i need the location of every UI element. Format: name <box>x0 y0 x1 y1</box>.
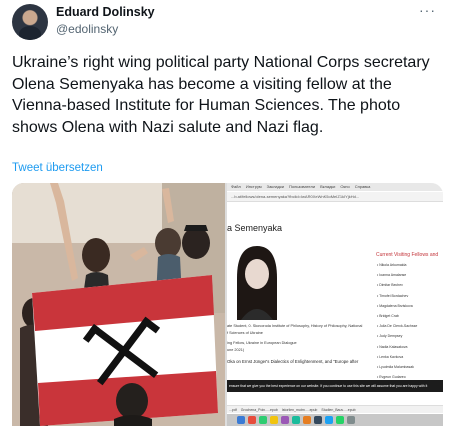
author-handle[interactable]: @edolinsky <box>56 22 118 36</box>
app-icon[interactable] <box>325 416 333 424</box>
menu-item[interactable]: Инструм <box>246 183 262 191</box>
tweet-media[interactable]: Файл Инструм Закладки Пользователи Вклад… <box>12 183 443 426</box>
download-item[interactable]: ...pdf <box>229 406 237 413</box>
app-icon[interactable] <box>303 416 311 424</box>
bio-line: ate Student, 0. Skovoroda Institute of P… <box>227 324 363 328</box>
download-item[interactable]: Istoriien_mutm.....epub <box>282 406 318 413</box>
menu-item[interactable]: Закладки <box>267 183 284 191</box>
profile-topic: Oka on Ernst Jünger's Dialectics of Enli… <box>227 359 359 364</box>
profile-portrait <box>227 238 287 320</box>
app-icon[interactable] <box>281 416 289 424</box>
fellows-list: • Nikola Arkumaida • Ioanna Amalanse • D… <box>377 260 443 393</box>
app-icon[interactable] <box>237 416 245 424</box>
app-icon[interactable] <box>270 416 278 424</box>
menu-item[interactable]: Справка <box>355 183 371 191</box>
app-icon[interactable] <box>259 416 267 424</box>
bio-line: f Sciences of Ukraine <box>227 330 263 335</box>
app-icon[interactable] <box>248 416 256 424</box>
cookie-banner[interactable]: ensure that we give you the best experie… <box>227 380 443 392</box>
author-name[interactable]: Eduard Dolinsky <box>56 5 155 19</box>
menu-item[interactable]: Пользователи <box>289 183 315 191</box>
list-item[interactable]: • Bridget Crab <box>377 311 443 321</box>
fellows-list-title: Current Visiting Fellows and <box>376 252 439 258</box>
menu-item[interactable]: Окно <box>340 183 349 191</box>
download-item[interactable]: Grochena_Poin.....epub <box>241 406 278 413</box>
list-item[interactable]: • Magdalena Brziskova <box>377 301 443 311</box>
download-bar: ...pdf Grochena_Poin.....epub Istoriien_… <box>227 405 443 413</box>
list-item[interactable]: • Nikola Arkumaida <box>377 260 443 270</box>
tweet-text: Ukraine’s right wing political party Nat… <box>12 54 430 136</box>
app-icon[interactable] <box>336 416 344 424</box>
list-item[interactable]: • Dimitar Bechev <box>377 280 443 290</box>
download-item[interactable]: Studien_Bauv.....epub <box>321 406 355 413</box>
app-icon[interactable] <box>314 416 322 424</box>
list-item[interactable]: • Judy Dempsey <box>377 331 443 341</box>
app-icon[interactable] <box>292 416 300 424</box>
list-item[interactable]: • Lenka Kavkova <box>377 352 443 362</box>
profile-bio: ate Student, 0. Skovoroda Institute of P… <box>227 323 373 353</box>
tweet-photo[interactable] <box>12 183 225 426</box>
translate-link[interactable]: Tweet übersetzen <box>12 162 103 174</box>
menu-item[interactable]: Вкладки <box>320 183 335 191</box>
url-bar[interactable]: ...b.at/fellows/olena-semenyaka?fbclid=I… <box>227 192 443 202</box>
list-item[interactable]: • Nadia Kalasakova <box>377 342 443 352</box>
website-screenshot[interactable]: Файл Инструм Закладки Пользователи Вклад… <box>227 183 443 426</box>
browser-menu-bar: Файл Инструм Закладки Пользователи Вклад… <box>227 183 443 191</box>
list-item[interactable]: • Lyudmila Malumbasak <box>377 362 443 372</box>
menu-item[interactable]: Файл <box>231 183 241 191</box>
list-item[interactable]: • Ioanna Amalanse <box>377 270 443 280</box>
avatar[interactable] <box>12 4 48 40</box>
bio-line: une 2021) <box>227 347 245 352</box>
dock <box>227 414 443 426</box>
more-options-icon[interactable]: ··· <box>419 2 436 18</box>
list-item[interactable]: • Timofei Bordachev <box>377 291 443 301</box>
app-icon[interactable] <box>347 416 355 424</box>
list-item[interactable]: • Julia De Clerck-Sachsse <box>377 321 443 331</box>
profile-name: a Semenyaka <box>227 223 283 233</box>
